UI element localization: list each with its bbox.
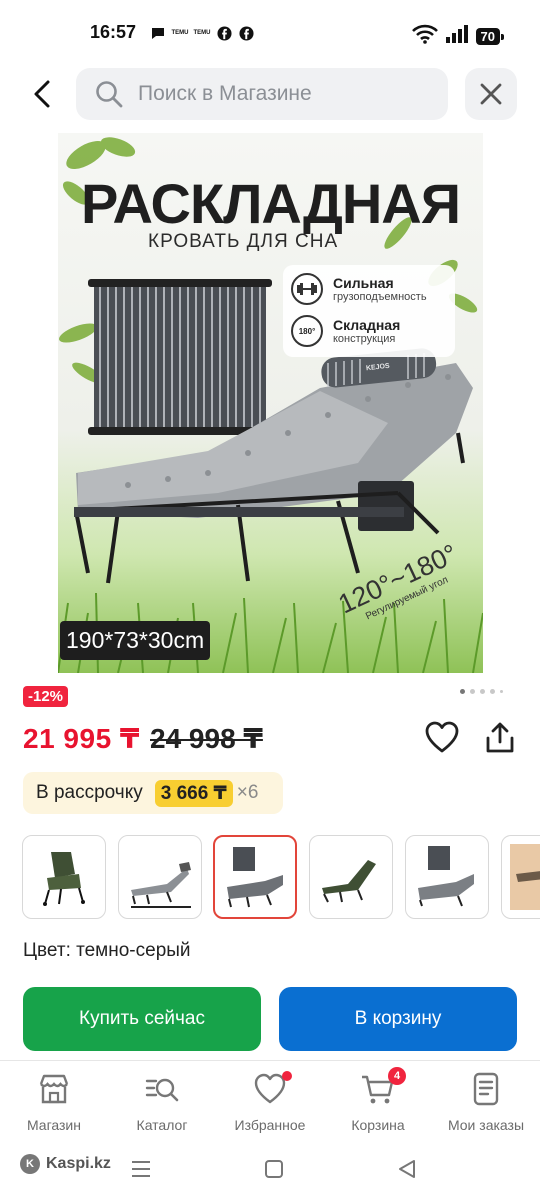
facebook-icon (238, 25, 254, 41)
carousel-dot[interactable] (470, 689, 475, 694)
close-icon (480, 83, 502, 105)
notification-dot (282, 1071, 292, 1081)
wifi-icon (411, 24, 438, 49)
chevron-left-icon (34, 80, 50, 108)
triangle-back-icon (399, 1160, 415, 1178)
kaspi-brand: K Kaspi.kz (20, 1154, 111, 1174)
installment-label: В рассрочку (36, 782, 143, 803)
buy-now-button[interactable]: Купить сейчас (23, 987, 261, 1051)
image-title: РАСКЛАДНАЯ (81, 172, 461, 235)
close-search-button[interactable] (465, 68, 517, 120)
menu-lines-icon (132, 1161, 150, 1177)
system-back-button[interactable] (394, 1156, 420, 1182)
recent-apps-button[interactable] (128, 1156, 154, 1182)
carousel-dot[interactable] (480, 689, 485, 694)
feature-subtitle: грузоподъемность (333, 291, 427, 303)
temu-icon: TEMU (193, 30, 211, 36)
rotate-180-icon: 180° (291, 315, 323, 347)
facebook-icon (216, 25, 232, 41)
catalog-search-icon (144, 1071, 180, 1107)
installment-banner[interactable]: В рассрочку 3 666 ₸ ×6 (23, 772, 283, 814)
search-icon (96, 81, 123, 108)
discount-badge: -12% (23, 686, 69, 707)
share-button[interactable] (482, 720, 518, 756)
nav-label: Корзина (351, 1117, 405, 1133)
thumbnail-lounger-green[interactable] (309, 835, 393, 919)
add-to-cart-button[interactable]: В корзину (279, 987, 517, 1051)
heart-icon (425, 721, 459, 753)
thumbnail-bed-tan[interactable] (501, 835, 540, 919)
home-button[interactable] (261, 1156, 287, 1182)
carousel-dot[interactable] (460, 689, 465, 694)
dumbbell-icon (291, 273, 323, 305)
search-header: Поиск в Магазине (0, 66, 540, 122)
thumbnail-bed-gray-folded[interactable] (213, 835, 297, 919)
nav-label: Мои заказы (447, 1117, 525, 1133)
image-subtitle: КРОВАТЬ ДЛЯ СНА (148, 231, 339, 252)
square-icon (265, 1160, 283, 1178)
thumbnail-chair-green[interactable] (22, 835, 106, 919)
temu-icon: TEMU (171, 30, 189, 36)
system-navigation-bar: K Kaspi.kz (0, 1140, 540, 1200)
bottom-navigation: Магазин Каталог Избранное 4 Корзина Мои … (0, 1060, 540, 1140)
old-price: 24 998 ₸ (150, 723, 263, 754)
dimensions-label: 190*73*30cm (60, 621, 211, 660)
carousel-dot[interactable] (490, 689, 495, 694)
favorite-button[interactable] (424, 720, 460, 756)
cart-count-badge: 4 (388, 1067, 406, 1085)
carousel-dots (460, 689, 503, 694)
notification-icons: TEMU TEMU (150, 25, 254, 41)
thumbnail-bed-folded-2[interactable] (405, 835, 489, 919)
heart-icon (252, 1071, 292, 1107)
variant-thumbnails (22, 835, 540, 921)
share-icon (486, 722, 514, 753)
back-button[interactable] (22, 74, 62, 114)
search-input[interactable]: Поиск в Магазине (76, 68, 448, 120)
nav-item-catalog[interactable]: Каталог (112, 1071, 212, 1133)
color-label: Цвет: темно-серый (23, 940, 191, 961)
installment-months: ×6 (236, 782, 259, 803)
feature-subtitle: конструкция (333, 333, 396, 345)
installment-amount: 3 666 ₸ (154, 779, 233, 807)
features-box: Сильная грузоподъемность 180° Складная к… (283, 265, 455, 357)
nav-item-favorites[interactable]: Избранное (220, 1071, 320, 1133)
nav-item-orders[interactable]: Мои заказы (436, 1071, 536, 1133)
product-image[interactable]: РАСКЛАДНАЯ КРОВАТЬ ДЛЯ СНА KEJOS Сильная… (58, 133, 483, 673)
status-time: 16:57 (90, 22, 137, 42)
nav-item-cart[interactable]: 4 Корзина (328, 1067, 428, 1133)
feature-item: 180° Складная конструкция (291, 315, 400, 347)
thumbnail-bed-gray-side[interactable] (118, 835, 202, 919)
store-icon (36, 1071, 72, 1107)
carousel-dot[interactable] (500, 690, 503, 693)
feature-title: Складная (333, 317, 401, 333)
orders-icon (468, 1071, 504, 1107)
current-price: 21 995 ₸ (23, 723, 140, 754)
nav-label: Каталог (136, 1117, 188, 1133)
brand-label: Kaspi.kz (46, 1155, 111, 1172)
nav-label: Избранное (234, 1117, 306, 1133)
search-placeholder: Поиск в Магазине (138, 82, 312, 105)
battery-indicator: 70 (475, 28, 505, 45)
kaspi-logo-icon: K (20, 1154, 40, 1174)
status-bar: 16:57 TEMU TEMU 70 (0, 0, 540, 66)
signal-icon (445, 25, 468, 48)
status-indicators: 70 (411, 24, 505, 49)
feature-title: Сильная (333, 275, 394, 291)
feature-item: Сильная грузоподъемность (291, 273, 427, 305)
chat-icon (150, 25, 166, 41)
nav-item-store[interactable]: Магазин (4, 1071, 104, 1133)
nav-label: Магазин (26, 1117, 81, 1133)
cart-icon: 4 (360, 1067, 406, 1107)
